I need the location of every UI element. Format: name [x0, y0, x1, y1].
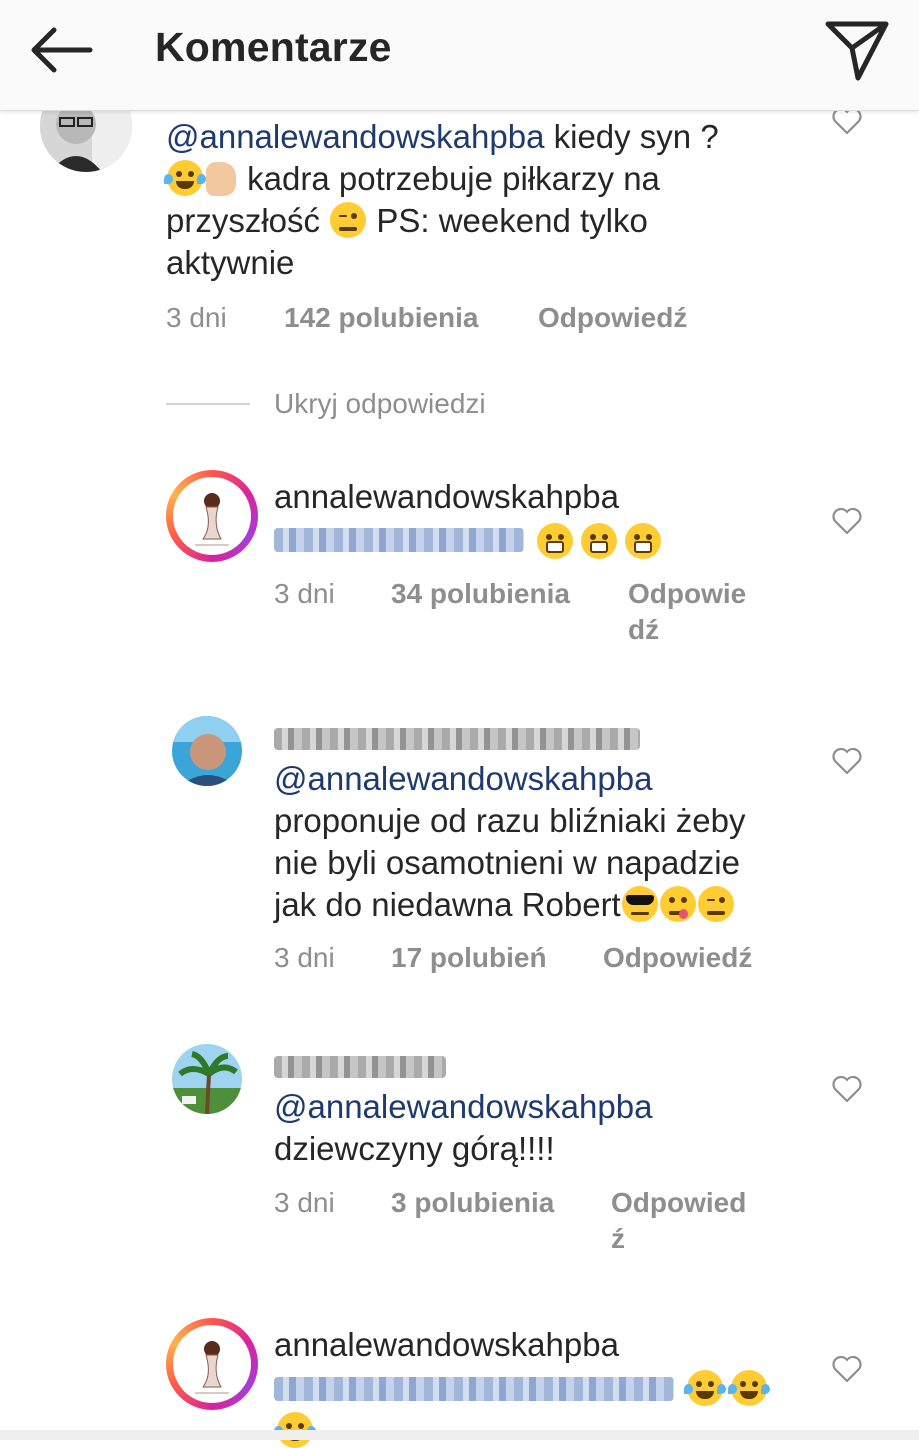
blurred-username [274, 728, 640, 750]
laughing-emoji-icon [684, 1370, 726, 1406]
heart-icon[interactable] [831, 1074, 863, 1104]
hide-replies-button[interactable]: Ukryj odpowiedzi [274, 388, 486, 420]
comment-time: 3 dni [274, 578, 335, 609]
avatar [173, 1325, 251, 1403]
healthy-plan-logo-image [195, 493, 229, 546]
comment-time: 3 dni [274, 1187, 335, 1218]
heart-icon[interactable] [831, 746, 863, 776]
mention-link[interactable]: @annalewandowskahpba [274, 1086, 652, 1128]
blurred-mention [274, 528, 524, 552]
comment-text-line: jak do niedawna Robert [274, 884, 735, 926]
paper-plane-icon [825, 21, 889, 81]
grimacing-emoji-icon [581, 523, 617, 559]
bottom-edge [0, 1430, 919, 1440]
divider [166, 403, 250, 405]
comment-time: 3 dni [274, 942, 335, 973]
avatar [173, 477, 251, 555]
wink-emoji-icon [330, 202, 367, 238]
arrow-left-icon [31, 27, 93, 73]
laughing-emoji-icon [728, 1370, 770, 1406]
reply-button[interactable]: Odpowiedź [538, 302, 687, 334]
back-button[interactable] [26, 22, 96, 78]
mention-link[interactable]: @annalewandowskahpba [166, 118, 544, 155]
comment-text-line: kadra potrzebuje piłkarzy na [164, 158, 660, 200]
reply-button[interactable]: Odpowie [628, 578, 746, 610]
comment-text-line: proponuje od razu bliźniaki żeby [274, 802, 746, 839]
top-bar: Komentarze [0, 0, 919, 111]
likes-count[interactable]: 17 polubień [391, 942, 547, 974]
comment-text-line: przyszłość PS: weekend tylko [166, 202, 648, 239]
likes-count[interactable]: 3 polubienia [391, 1187, 554, 1219]
heart-icon[interactable] [831, 1354, 863, 1384]
wink-emoji-icon [697, 886, 734, 922]
blurred-mention [274, 1377, 674, 1401]
reply-button-wrap[interactable]: dź [628, 614, 659, 646]
page-title: Komentarze [155, 24, 392, 70]
comment-time: 3 dni [166, 302, 227, 333]
reply-button[interactable]: Odpowiedź [603, 942, 752, 974]
avatar-story-ring[interactable] [166, 470, 258, 562]
heart-icon[interactable] [831, 506, 863, 536]
reply-button-wrap[interactable]: ź [611, 1223, 625, 1255]
comment-text-line: aktywnie [166, 244, 295, 281]
healthy-plan-logo-image [195, 1341, 229, 1394]
avatar-story-ring[interactable] [166, 1318, 258, 1410]
blurred-username [274, 1056, 446, 1078]
yum-emoji-icon [659, 886, 696, 922]
comment-text-line: dziewczyny górą!!!! [274, 1130, 555, 1167]
comment-text: @annalewandowskahpba kiedy syn ? [166, 118, 719, 155]
comment-text-line: nie byli osamotnieni w napadzie [274, 844, 740, 881]
call-me-hand-icon [206, 162, 236, 196]
sunglasses-emoji-icon [621, 886, 658, 922]
bald-man-avatar-image [172, 716, 242, 786]
palm-tree-avatar-image [172, 1044, 242, 1114]
username[interactable]: annalewandowskahpba [274, 478, 619, 516]
likes-count[interactable]: 34 polubienia [391, 578, 570, 610]
laughing-emoji-icon [164, 160, 206, 196]
share-button[interactable] [824, 18, 892, 82]
grimacing-emoji-icon [537, 523, 573, 559]
grimacing-emoji-icon [625, 523, 661, 559]
mention-link[interactable]: @annalewandowskahpba [274, 758, 652, 800]
username[interactable]: annalewandowskahpba [274, 1326, 619, 1364]
reply-button[interactable]: Odpowied [611, 1187, 746, 1219]
avatar[interactable] [172, 1044, 242, 1114]
avatar[interactable] [172, 716, 242, 786]
likes-count[interactable]: 142 polubienia [284, 302, 479, 334]
